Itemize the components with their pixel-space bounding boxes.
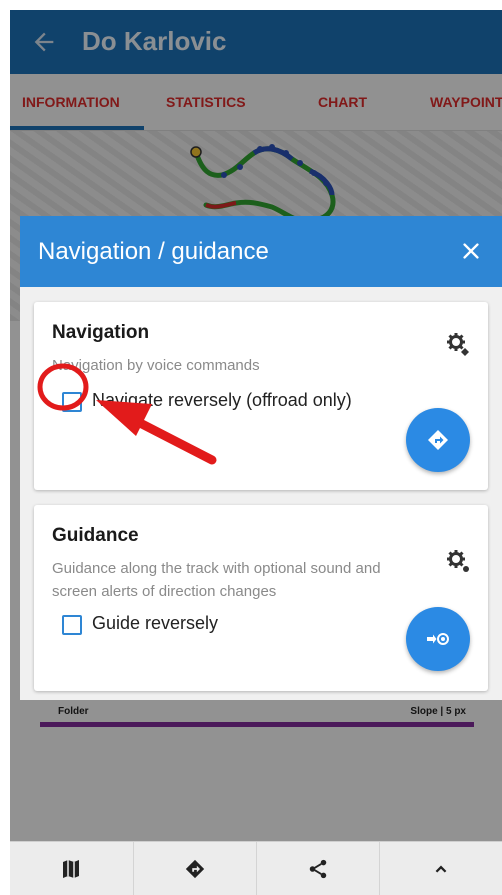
expand-button[interactable]: [379, 842, 502, 895]
navigation-card: Navigation Navigation by voice commands …: [34, 302, 488, 490]
map-button[interactable]: [10, 842, 133, 895]
navigation-title: Navigation: [52, 322, 150, 343]
navigate-diamond-icon: [428, 430, 448, 450]
guidance-title: Guidance: [52, 525, 139, 546]
navigate-reversely-label: Navigate reversely (offroad only): [92, 390, 352, 410]
guidance-card: Guidance Guidance along the track with o…: [34, 505, 488, 691]
start-guidance-button[interactable]: [406, 607, 470, 671]
guide-reversely-label: Guide reversely: [92, 613, 219, 633]
bottom-navigation: [10, 841, 502, 895]
navigate-reversely-checkbox[interactable]: [62, 392, 82, 412]
share-icon: [309, 859, 327, 879]
guide-reversely-checkbox[interactable]: [62, 615, 82, 635]
screen: Do Karlovic INFORMATION STATISTICS CHART…: [10, 10, 502, 895]
navigation-description: Navigation by voice commands: [52, 357, 260, 374]
dialog-header: Navigation / guidance: [20, 216, 502, 287]
settings-gear-icon[interactable]: [446, 549, 472, 575]
settings-gear-icon[interactable]: [446, 332, 472, 358]
navigation-guidance-dialog: Navigation / guidance Navigation Navigat…: [20, 216, 502, 700]
map-icon: [63, 860, 79, 878]
chevron-up-icon: [435, 865, 447, 873]
start-navigation-button[interactable]: [406, 408, 470, 472]
dialog-title: Navigation / guidance: [38, 238, 269, 265]
navigate-icon: [185, 859, 205, 879]
close-icon[interactable]: [460, 240, 482, 262]
guide-arrow-target-icon: [427, 633, 449, 645]
navigate-button[interactable]: [133, 842, 257, 895]
share-button[interactable]: [256, 842, 380, 895]
guidance-description: Guidance along the track with optional s…: [52, 560, 381, 600]
